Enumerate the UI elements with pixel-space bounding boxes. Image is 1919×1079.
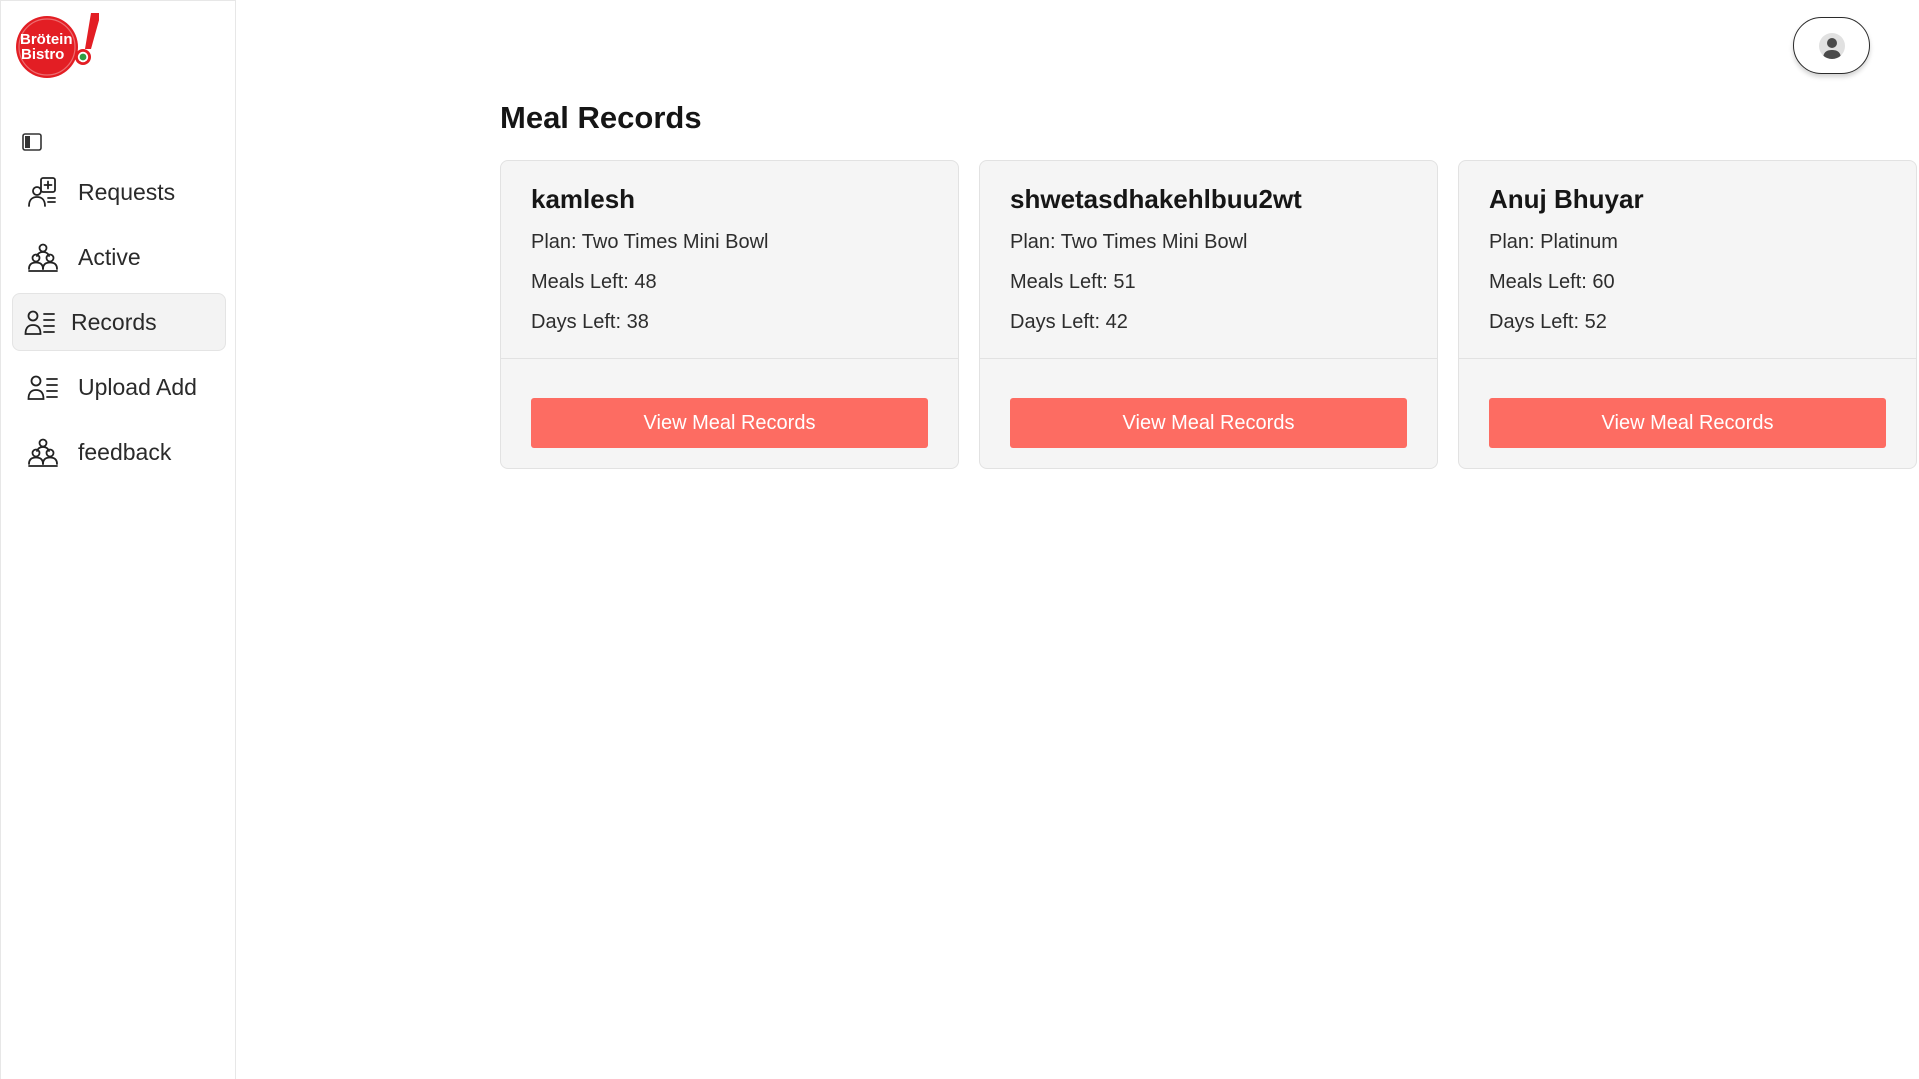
meal-record-card: Anuj Bhuyar Plan: Platinum Meals Left: 6… (1458, 160, 1917, 469)
customer-name: Anuj Bhuyar (1489, 184, 1644, 214)
customer-name: kamlesh (531, 184, 636, 214)
view-meal-records-button[interactable]: View Meal Records (1489, 398, 1886, 448)
meals-left-text: Meals Left: 60 (1489, 271, 1615, 293)
sidebar-item-feedback[interactable]: feedback (12, 423, 226, 481)
card-footer: View Meal Records (1459, 359, 1916, 448)
card-footer: View Meal Records (501, 359, 958, 448)
plan-text: Plan: Two Times Mini Bowl (531, 231, 769, 253)
sidebar-item-label: Records (71, 308, 157, 335)
sidebar-nav: Requests Active Records Upload Add feedb… (12, 163, 226, 488)
sidebar-item-active[interactable]: Active (12, 228, 226, 286)
request-add-icon (26, 175, 60, 209)
card-body: shwetasdhakehlbuu2wt Plan: Two Times Min… (980, 161, 1437, 359)
view-meal-records-button[interactable]: View Meal Records (531, 398, 928, 448)
page-title: Meal Records (500, 100, 702, 135)
plan-text: Plan: Two Times Mini Bowl (1010, 231, 1248, 253)
days-left-text: Days Left: 52 (1489, 311, 1607, 333)
card-footer: View Meal Records (980, 359, 1437, 448)
days-left-text: Days Left: 42 (1010, 311, 1128, 333)
user-list-icon (23, 305, 57, 339)
sidebar-item-upload-add[interactable]: Upload Add (12, 358, 226, 416)
meal-record-card: shwetasdhakehlbuu2wt Plan: Two Times Min… (979, 160, 1438, 469)
meals-left-text: Meals Left: 51 (1010, 271, 1136, 293)
users-group-icon (26, 240, 60, 274)
user-avatar-icon (1818, 32, 1845, 59)
user-menu-button[interactable] (1793, 17, 1870, 74)
sidebar-item-label: feedback (78, 438, 172, 465)
card-body: Anuj Bhuyar Plan: Platinum Meals Left: 6… (1459, 161, 1916, 359)
sidebar-item-requests[interactable]: Requests (12, 163, 226, 221)
meal-records-list: kamlesh Plan: Two Times Mini Bowl Meals … (500, 160, 1917, 469)
plan-text: Plan: Platinum (1489, 231, 1618, 253)
svg-text:Bistro: Bistro (21, 46, 64, 63)
customer-name: shwetasdhakehlbuu2wt (1010, 184, 1302, 214)
meal-record-card: kamlesh Plan: Two Times Mini Bowl Meals … (500, 160, 959, 469)
sidebar-item-label: Upload Add (78, 373, 197, 400)
meals-left-text: Meals Left: 48 (531, 271, 657, 293)
brotein-bistro-logo[interactable]: Brötein Bistro (13, 9, 101, 81)
view-meal-records-button[interactable]: View Meal Records (1010, 398, 1407, 448)
user-list-icon (26, 370, 60, 404)
sidebar-item-records[interactable]: Records (12, 293, 226, 351)
sidebar-item-label: Requests (78, 178, 176, 205)
card-body: kamlesh Plan: Two Times Mini Bowl Meals … (501, 161, 958, 359)
users-group-icon (26, 435, 60, 469)
sidebar: Brötein Bistro Requests Active Records U… (0, 0, 236, 1079)
days-left-text: Days Left: 38 (531, 311, 649, 333)
sidebar-toggle-icon[interactable] (21, 132, 43, 152)
sidebar-item-label: Active (78, 243, 141, 270)
